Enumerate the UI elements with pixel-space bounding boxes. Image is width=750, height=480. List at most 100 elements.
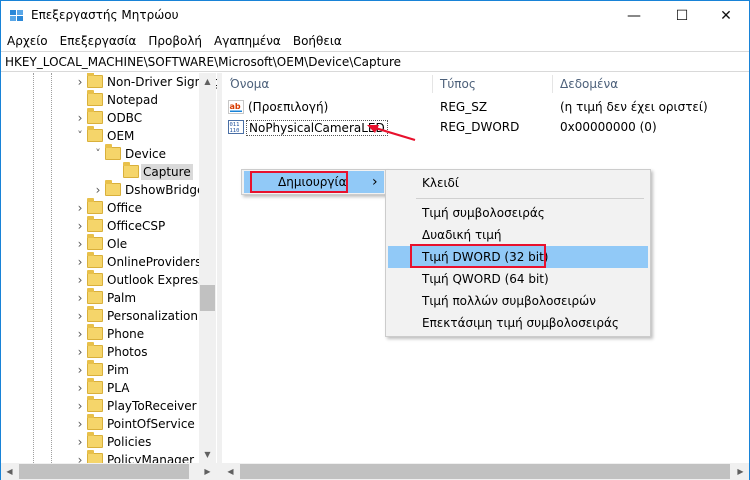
- tree-item[interactable]: › Policies: [1, 432, 201, 451]
- chevron-right-icon[interactable]: ›: [75, 400, 85, 412]
- tree-item[interactable]: › OfficeCSP: [1, 216, 201, 235]
- column-separator[interactable]: [432, 75, 433, 93]
- folder-icon: [105, 144, 121, 160]
- tree-item[interactable]: › PolicyManager: [1, 450, 201, 463]
- close-button[interactable]: ✕: [703, 1, 749, 31]
- column-header-name[interactable]: Όνομα: [230, 77, 269, 91]
- tree-item[interactable]: › Non-Driver Signing: [1, 73, 217, 91]
- tree-item-label: ODBC: [107, 111, 143, 125]
- list-horizontal-scrollbar[interactable]: ◀ ▶: [222, 463, 749, 480]
- tree-item-label: PointOfService: [107, 417, 195, 431]
- chevron-right-icon[interactable]: ›: [75, 418, 85, 430]
- folder-icon: [87, 432, 103, 448]
- tree-item[interactable]: › Palm: [1, 288, 201, 307]
- value-row-default[interactable]: ab (Προεπιλογή) REG_SZ (η τιμή δεν έχει …: [222, 97, 749, 117]
- tree-item[interactable]: Notepad: [1, 90, 201, 109]
- tree-item-label: PLA: [107, 381, 130, 395]
- tree-item[interactable]: › PlayToReceiver: [1, 396, 201, 415]
- value-type: REG_DWORD: [440, 120, 520, 134]
- tree-item[interactable]: › Pim: [1, 360, 201, 379]
- scroll-right-icon[interactable]: ▶: [732, 463, 749, 480]
- chevron-right-icon[interactable]: ›: [75, 328, 85, 340]
- folder-icon: [87, 360, 103, 376]
- annotation-box-dword: [410, 244, 546, 268]
- minimize-button[interactable]: —: [611, 1, 657, 31]
- chevron-right-icon[interactable]: ›: [75, 346, 85, 358]
- folder-icon: [105, 180, 121, 196]
- scroll-right-icon[interactable]: ▶: [199, 463, 216, 480]
- menu-file[interactable]: Αρχείο: [1, 31, 54, 51]
- tree-item[interactable]: › DshowBridge: [1, 180, 204, 199]
- chevron-right-icon[interactable]: ›: [93, 184, 103, 196]
- registry-app-icon: [10, 10, 23, 21]
- chevron-right-icon[interactable]: ›: [75, 76, 85, 88]
- folder-icon: [87, 414, 103, 430]
- tree-item[interactable]: ˅ OEM: [1, 126, 201, 145]
- menu-favorites[interactable]: Αγαπημένα: [208, 31, 287, 51]
- folder-icon: [87, 288, 103, 304]
- chevron-right-icon[interactable]: ›: [75, 364, 85, 376]
- address-path[interactable]: HKEY_LOCAL_MACHINE\SOFTWARE\Microsoft\OE…: [5, 55, 401, 69]
- submenu-item-binary-value[interactable]: Δυαδική τιμή: [388, 224, 648, 246]
- tree-item[interactable]: › Ole: [1, 234, 201, 253]
- tree-hscroll-thumb[interactable]: [19, 464, 189, 479]
- tree-item[interactable]: › Outlook Express: [1, 270, 204, 289]
- chevron-right-icon[interactable]: ›: [75, 274, 85, 286]
- chevron-right-icon[interactable]: ›: [75, 310, 85, 322]
- menu-view[interactable]: Προβολή: [142, 31, 208, 51]
- folder-icon: [123, 162, 139, 178]
- column-separator[interactable]: [552, 75, 553, 93]
- tree-item-label: Policies: [107, 435, 152, 449]
- tree-item[interactable]: ˅ Device: [1, 144, 201, 163]
- address-bar[interactable]: HKEY_LOCAL_MACHINE\SOFTWARE\Microsoft\OE…: [1, 51, 749, 72]
- tree-scroll-thumb[interactable]: [200, 285, 215, 311]
- tree-item[interactable]: › PLA: [1, 378, 201, 397]
- chevron-right-icon[interactable]: ›: [75, 256, 85, 268]
- menu-edit[interactable]: Επεξεργασία: [54, 31, 143, 51]
- tree-item-label: Capture: [141, 164, 193, 180]
- tree-item[interactable]: › OnlineProviders: [1, 252, 201, 271]
- tree-item[interactable]: › ODBC: [1, 108, 201, 127]
- scroll-up-icon[interactable]: ▲: [199, 73, 216, 90]
- tree-item[interactable]: Capture: [1, 162, 201, 181]
- title-bar[interactable]: Επεξεργαστής Μητρώου — ☐ ✕: [1, 1, 749, 31]
- maximize-button[interactable]: ☐: [659, 1, 705, 31]
- submenu-item-string-value[interactable]: Τιμή συμβολοσειράς: [388, 202, 648, 224]
- value-row-nophysicalcameraled[interactable]: 011 110 NoPhysicalCameraLED REG_DWORD 0x…: [222, 117, 749, 137]
- chevron-down-icon[interactable]: ˅: [75, 130, 85, 142]
- scroll-left-icon[interactable]: ◀: [1, 463, 18, 480]
- chevron-right-icon[interactable]: ›: [75, 220, 85, 232]
- chevron-down-icon[interactable]: ˅: [93, 148, 103, 160]
- tree-item-label: DshowBridge: [125, 183, 205, 197]
- scroll-down-icon[interactable]: ▼: [199, 446, 216, 463]
- tree-item-label: Notepad: [107, 93, 158, 107]
- tree-item-label: OfficeCSP: [107, 219, 166, 233]
- column-header-data[interactable]: Δεδομένα: [560, 77, 618, 91]
- key-tree-pane[interactable]: › Non-Driver Signing Notepad › ODBC ˅ OEM ˅ Devi…: [1, 73, 217, 463]
- folder-icon: [87, 306, 103, 322]
- chevron-right-icon[interactable]: ›: [75, 292, 85, 304]
- chevron-right-icon[interactable]: ›: [75, 202, 85, 214]
- tree-horizontal-scrollbar[interactable]: ◀ ▶: [1, 463, 217, 480]
- tree-item-label: Office: [107, 201, 143, 215]
- submenu-item-key[interactable]: Κλειδί: [388, 172, 648, 194]
- tree-vertical-scrollbar[interactable]: ▲ ▼: [199, 73, 216, 463]
- submenu-item-multi-string-value[interactable]: Τιμή πολλών συμβολοσειρών: [388, 290, 648, 312]
- chevron-right-icon[interactable]: ›: [75, 436, 85, 448]
- chevron-right-icon[interactable]: ›: [75, 238, 85, 250]
- tree-item-label: Outlook Express: [107, 273, 205, 287]
- scroll-left-icon[interactable]: ◀: [222, 463, 239, 480]
- tree-item[interactable]: › Photos: [1, 342, 201, 361]
- column-header-type[interactable]: Τύπος: [440, 77, 476, 91]
- submenu-item-qword-value[interactable]: Τιμή QWORD (64 bit): [388, 268, 648, 290]
- chevron-right-icon[interactable]: ›: [75, 112, 85, 124]
- tree-item[interactable]: › Phone: [1, 324, 201, 343]
- submenu-item-expandable-string-value[interactable]: Επεκτάσιμη τιμή συμβολοσειράς: [388, 312, 648, 334]
- chevron-right-icon[interactable]: ›: [75, 454, 85, 463]
- list-hscroll-thumb[interactable]: [240, 464, 730, 479]
- tree-item[interactable]: › Office: [1, 198, 201, 217]
- tree-item[interactable]: › PointOfService: [1, 414, 201, 433]
- menu-help[interactable]: Βοήθεια: [287, 31, 348, 51]
- chevron-right-icon[interactable]: ›: [75, 382, 85, 394]
- tree-item[interactable]: › Personalization: [1, 306, 201, 325]
